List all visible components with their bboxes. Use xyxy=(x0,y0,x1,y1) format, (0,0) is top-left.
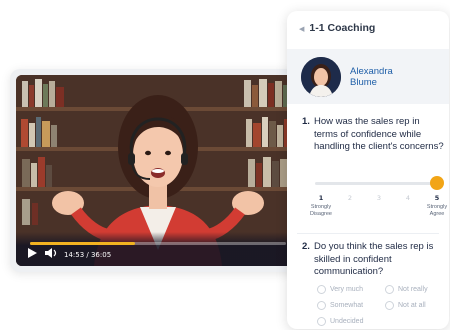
question-text: Do you think the sales rep is skilled in… xyxy=(314,241,434,277)
rating-slider[interactable] xyxy=(315,176,444,190)
playback-time: 14:53 / 36:05 xyxy=(64,251,112,259)
player-controls: 14:53 / 36:05 xyxy=(16,232,300,266)
video-frame[interactable]: 14:53 / 36:05 xyxy=(16,75,300,266)
option-label: Very much xyxy=(330,286,364,293)
answer-option[interactable]: Not really xyxy=(385,285,428,294)
radio-button[interactable] xyxy=(317,285,326,294)
answer-option[interactable]: Not at all xyxy=(385,301,426,310)
option-label: Somewhat xyxy=(330,302,364,309)
panel-title: 1-1 Coaching xyxy=(309,22,376,34)
coach-last-name: Blume xyxy=(350,76,377,88)
question-number: 1. xyxy=(302,116,310,127)
slider-thumb[interactable] xyxy=(430,176,444,190)
scale-tick-5: 5 xyxy=(434,194,440,202)
radio-button[interactable] xyxy=(317,317,326,326)
answer-option[interactable]: Very much xyxy=(317,285,363,294)
radio-button[interactable] xyxy=(385,285,394,294)
scale-tick-2: 2 xyxy=(347,194,353,202)
answer-option[interactable]: Somewhat xyxy=(317,301,363,310)
answer-option[interactable]: Undecided xyxy=(317,317,363,326)
progress-fill xyxy=(30,242,135,245)
question-number: 2. xyxy=(302,241,310,252)
question-text: How was the sales rep in terms of confid… xyxy=(314,116,444,152)
option-label: Undecided xyxy=(330,318,364,325)
scale-tick-3: 3 xyxy=(376,194,382,202)
option-label: Not really xyxy=(398,286,428,293)
option-label: Not at all xyxy=(398,302,426,309)
panel-header: ◀ 1-1 Coaching xyxy=(287,11,449,49)
coaching-panel: ◀ 1-1 Coaching Alexandra Blume 1. How wa… xyxy=(287,11,449,329)
coach-first-name: Alexandra xyxy=(350,65,393,77)
avatar xyxy=(301,56,341,97)
scale-max-label: Strongly Agree xyxy=(426,204,448,217)
radio-button[interactable] xyxy=(385,301,394,310)
scale-tick-4: 4 xyxy=(405,194,411,202)
back-arrow-icon[interactable]: ◀ xyxy=(299,25,304,33)
play-icon[interactable] xyxy=(26,247,38,259)
coach-name: Alexandra Blume xyxy=(350,66,393,88)
progress-bar[interactable] xyxy=(30,242,286,245)
radio-button[interactable] xyxy=(317,301,326,310)
scale-min-label: Strongly Disagree xyxy=(309,204,332,217)
rating-scale: 1 2 3 4 5 Strongly Disagree Strongly Agr… xyxy=(310,194,447,224)
scale-tick-1: 1 xyxy=(318,194,324,202)
coach-card: Alexandra Blume xyxy=(287,49,449,104)
video-player: 14:53 / 36:05 xyxy=(10,69,306,272)
volume-icon[interactable] xyxy=(44,247,58,259)
divider xyxy=(297,233,439,234)
slider-track xyxy=(315,182,443,185)
